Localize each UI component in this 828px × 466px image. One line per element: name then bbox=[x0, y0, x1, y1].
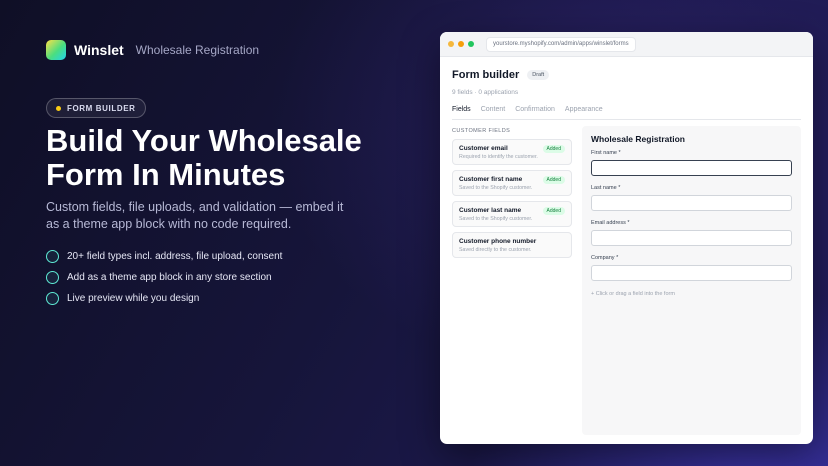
field-card-customer-phone-number[interactable]: Customer phone number Saved directly to … bbox=[452, 232, 572, 258]
section-label: CUSTOMER FIELDS bbox=[452, 128, 511, 134]
feature-text: 20+ field types incl. address, file uplo… bbox=[67, 251, 283, 262]
email-address-label: Email address * bbox=[591, 220, 630, 226]
check-circle-icon bbox=[46, 250, 59, 263]
company-input[interactable] bbox=[591, 265, 792, 281]
tab-confirmation[interactable]: Confirmation bbox=[515, 106, 555, 113]
winslet-logo-icon bbox=[46, 40, 66, 60]
browser-titlebar: yourstore.myshopify.com/admin/apps/winsl… bbox=[440, 32, 813, 57]
added-badge: Added bbox=[542, 176, 565, 184]
builder-columns: CUSTOMER FIELDS Customer email Required … bbox=[452, 126, 801, 435]
app-content: Form builder Draft 9 fields · 0 applicat… bbox=[440, 69, 813, 435]
feature-item: Live preview while you design bbox=[46, 288, 282, 309]
add-field-hint[interactable]: + Click or drag a field into the form bbox=[591, 291, 792, 297]
added-badge: Added bbox=[542, 145, 565, 153]
hero-headline: Build Your Wholesale Form In Minutes bbox=[46, 123, 362, 192]
last-name-label: Last name * bbox=[591, 185, 621, 191]
field-card-name: Customer phone number bbox=[459, 238, 537, 245]
field-card-customer-email[interactable]: Customer email Required to identify the … bbox=[452, 139, 572, 165]
window-maximize-icon[interactable] bbox=[468, 41, 474, 47]
field-card-customer-first-name[interactable]: Customer first name Saved to the Shopify… bbox=[452, 170, 572, 196]
feature-item: Add as a theme app block in any store se… bbox=[46, 267, 282, 288]
feature-text: Live preview while you design bbox=[67, 293, 200, 304]
hero-subtext: Custom fields, file uploads, and validat… bbox=[46, 200, 344, 231]
field-card-description: Saved to the Shopify customer. bbox=[459, 185, 533, 191]
window-minimize-icon[interactable] bbox=[458, 41, 464, 47]
last-name-input[interactable] bbox=[591, 195, 792, 211]
feature-list: 20+ field types incl. address, file uplo… bbox=[46, 246, 282, 309]
form-preview: Wholesale Registration First name * Last… bbox=[582, 126, 801, 435]
form-meta: 9 fields · 0 applications bbox=[452, 89, 519, 96]
tab-content[interactable]: Content bbox=[481, 106, 506, 113]
address-bar[interactable]: yourstore.myshopify.com/admin/apps/winsl… bbox=[486, 36, 636, 52]
form-builder-pill: FORM BUILDER bbox=[46, 98, 146, 118]
tab-bar: Fields Content Confirmation Appearance bbox=[452, 106, 801, 120]
brand: Winslet Wholesale Registration bbox=[46, 40, 259, 60]
email-address-input[interactable] bbox=[591, 230, 792, 246]
page-title: Form builder bbox=[452, 69, 520, 81]
first-name-input[interactable] bbox=[591, 160, 792, 176]
field-card-customer-last-name[interactable]: Customer last name Saved to the Shopify … bbox=[452, 201, 572, 227]
form-builder-header: Form builder Draft bbox=[452, 69, 801, 81]
check-circle-icon bbox=[46, 271, 59, 284]
company-label: Company * bbox=[591, 255, 619, 261]
field-library: CUSTOMER FIELDS Customer email Required … bbox=[452, 126, 572, 435]
pill-dot-icon bbox=[56, 105, 61, 111]
status-badge: Draft bbox=[527, 70, 550, 80]
window-close-icon[interactable] bbox=[448, 41, 454, 47]
field-card-description: Saved to the Shopify customer. bbox=[459, 216, 533, 222]
browser-window: yourstore.myshopify.com/admin/apps/winsl… bbox=[440, 32, 813, 444]
preview-title: Wholesale Registration bbox=[591, 134, 685, 144]
brand-name: Winslet bbox=[74, 42, 124, 58]
tab-fields[interactable]: Fields bbox=[452, 106, 471, 113]
brand-subtitle: Wholesale Registration bbox=[135, 43, 260, 57]
field-card-description: Saved directly to the customer. bbox=[459, 247, 532, 253]
check-circle-icon bbox=[46, 292, 59, 305]
tab-appearance[interactable]: Appearance bbox=[565, 106, 603, 113]
feature-text: Add as a theme app block in any store se… bbox=[67, 272, 272, 283]
pill-label: FORM BUILDER bbox=[67, 103, 136, 113]
first-name-label: First name * bbox=[591, 150, 621, 156]
field-card-description: Required to identify the customer. bbox=[459, 154, 538, 160]
added-badge: Added bbox=[542, 207, 565, 215]
feature-item: 20+ field types incl. address, file uplo… bbox=[46, 246, 282, 267]
